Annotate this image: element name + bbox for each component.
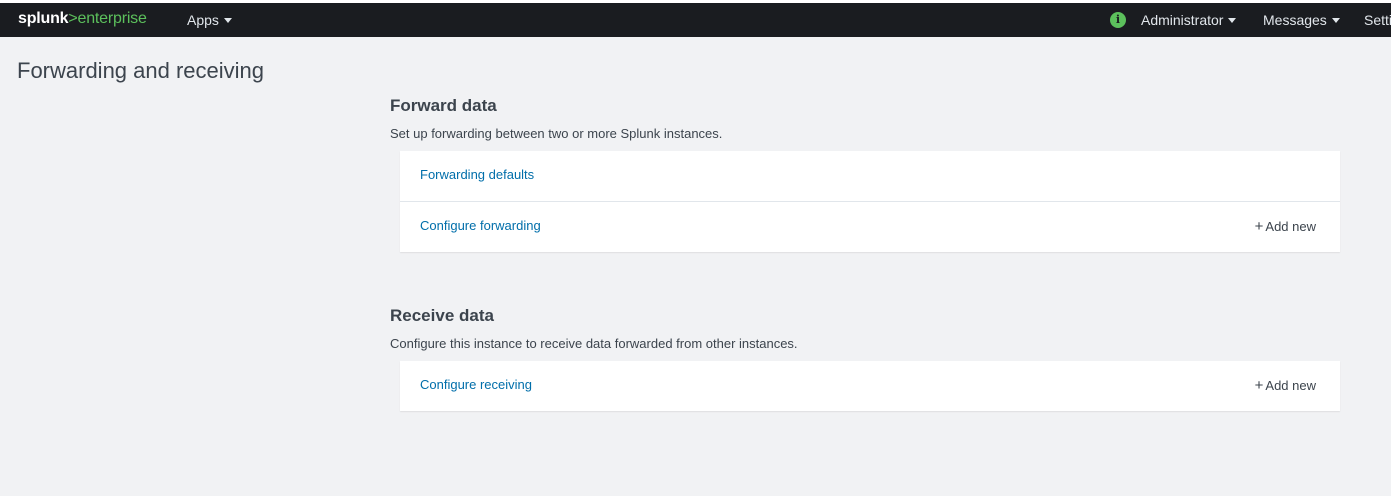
user-menu[interactable]: Administrator [1141,12,1237,28]
forwarding-defaults-link[interactable]: Forwarding defaults [420,167,534,182]
add-new-receiving-button[interactable]: + Add new [1255,377,1316,394]
forward-data-panel: Forwarding defaults Configure forwarding… [400,151,1340,252]
forward-data-title: Forward data [390,96,497,115]
configure-receiving-link[interactable]: Configure receiving [420,377,532,392]
logo-splunk-text: splunk [18,10,69,27]
settings-menu-label: Setti [1364,12,1391,28]
messages-menu-label: Messages [1263,12,1327,28]
forward-data-description: Set up forwarding between two or more Sp… [390,126,723,141]
receive-data-description: Configure this instance to receive data … [390,336,798,351]
add-new-label: Add new [1265,378,1316,393]
caret-down-icon [1228,18,1237,23]
top-navbar: splunk>enterprise Apps i Administrator M… [0,3,1391,37]
messages-menu[interactable]: Messages [1263,12,1340,28]
caret-down-icon [1331,18,1340,23]
list-item-forwarding-defaults: Forwarding defaults [400,151,1340,202]
logo-enterprise-text: enterprise [77,10,147,27]
splunk-enterprise-logo[interactable]: splunk>enterprise [18,10,147,28]
info-icon[interactable]: i [1110,12,1126,28]
logo-separator: > [68,10,78,27]
apps-menu-label: Apps [187,12,219,28]
user-menu-label: Administrator [1141,12,1224,28]
plus-icon: + [1254,218,1264,235]
apps-menu[interactable]: Apps [187,12,232,28]
receive-data-panel: Configure receiving + Add new [400,361,1340,411]
plus-icon: + [1254,377,1264,394]
receive-data-title: Receive data [390,306,494,325]
page-title: Forwarding and receiving [17,58,265,83]
caret-down-icon [223,18,232,23]
settings-menu[interactable]: Setti [1364,12,1391,28]
list-item-configure-receiving: Configure receiving + Add new [400,361,1340,411]
configure-forwarding-link[interactable]: Configure forwarding [420,218,541,233]
list-item-configure-forwarding: Configure forwarding + Add new [400,202,1340,252]
add-new-label: Add new [1265,219,1316,234]
add-new-forwarding-button[interactable]: + Add new [1255,218,1316,235]
